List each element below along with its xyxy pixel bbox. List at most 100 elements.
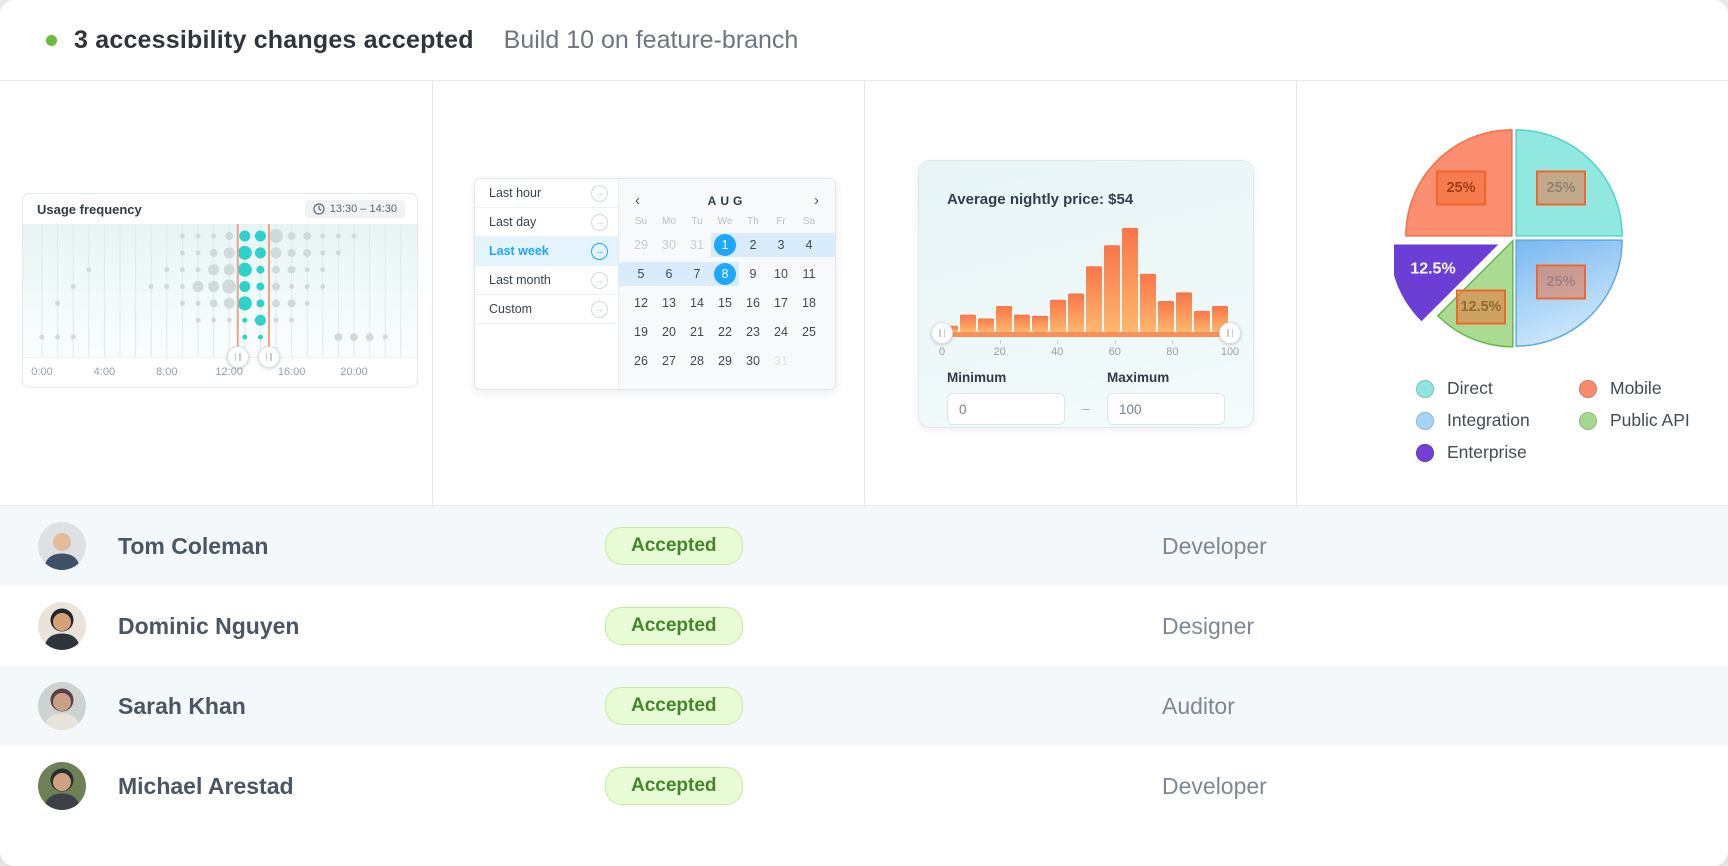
calendar-day[interactable]: 9 [739, 263, 767, 285]
chevron-right-icon[interactable]: › [814, 193, 819, 208]
pause-glyph [239, 353, 241, 361]
calendar-day[interactable]: 15 [711, 292, 739, 314]
usage-dot [334, 333, 342, 341]
preset-item-last-week[interactable]: Last week→ [475, 237, 618, 266]
usage-dot [55, 335, 60, 340]
person-name: Michael Arestad [118, 773, 605, 800]
usage-dot [211, 318, 216, 323]
usage-frequency-card: Usage frequency 13:30 – 14:30 0:004:008:… [22, 193, 418, 388]
calendar-day[interactable]: 3 [767, 234, 795, 256]
usage-range-handle[interactable] [227, 346, 249, 368]
usage-dot [272, 283, 280, 291]
calendar-day[interactable]: 27 [655, 350, 683, 372]
histogram-bar [1140, 274, 1156, 332]
calendar-day[interactable]: 8 [711, 263, 739, 285]
usage-title: Usage frequency [37, 202, 142, 217]
usage-frequency-chart [23, 224, 417, 357]
calendar-day-label: 26 [634, 354, 648, 368]
calendar-header: ‹ AUG › [619, 179, 835, 208]
preset-item-custom[interactable]: Custom→ [475, 295, 618, 324]
table-row[interactable]: Dominic NguyenAcceptedDesigner [0, 586, 1728, 666]
calendar-day[interactable]: 2 [739, 234, 767, 256]
calendar-day[interactable]: 28 [683, 350, 711, 372]
calendar-day[interactable]: 21 [683, 321, 711, 343]
avatar [38, 522, 86, 570]
usage-dot [289, 318, 294, 323]
person-role: Designer [1162, 613, 1728, 640]
histogram-bar [1014, 315, 1030, 332]
histogram-bar [1194, 311, 1210, 332]
usage-dot [255, 231, 266, 242]
pause-glyph [1232, 329, 1234, 337]
usage-dot [164, 267, 169, 272]
calendar-day[interactable]: 6 [655, 263, 683, 285]
price-axis-label: 40 [1051, 346, 1063, 358]
calendar-day[interactable]: 17 [767, 292, 795, 314]
calendar-day[interactable]: 29 [627, 234, 655, 256]
calendar-month-label: AUG [708, 194, 747, 208]
weekday-label: We [711, 216, 739, 227]
legend-swatch-icon [1579, 412, 1597, 430]
price-range-handle[interactable] [931, 322, 953, 344]
calendar-day[interactable]: 30 [739, 350, 767, 372]
calendar-day[interactable]: 16 [739, 292, 767, 314]
slice-percentage-label: 25% [1546, 180, 1575, 196]
status-badge: Accepted [605, 767, 743, 805]
table-row[interactable]: Sarah KhanAcceptedAuditor [0, 666, 1728, 746]
calendar-day[interactable]: 1 [711, 234, 739, 256]
arrow-circle-icon: → [591, 272, 608, 289]
usage-time-axis: 0:004:008:0012:0016:0020:00 [23, 357, 417, 388]
maximum-input[interactable] [1107, 393, 1225, 425]
preset-item-last-day[interactable]: Last day→ [475, 208, 618, 237]
table-row[interactable]: Tom ColemanAcceptedDeveloper [0, 506, 1728, 586]
calendar-day[interactable]: 31 [767, 350, 795, 372]
slice-percentage-label: 25% [1546, 274, 1575, 290]
time-range-badge[interactable]: 13:30 – 14:30 [305, 200, 405, 218]
calendar-day[interactable]: 22 [711, 321, 739, 343]
usage-range-handle[interactable] [258, 346, 280, 368]
panel-price-filter: Average nightly price: $54 020406080100 … [864, 81, 1296, 505]
usage-dot [271, 247, 282, 258]
preset-item-last-month[interactable]: Last month→ [475, 266, 618, 295]
calendar-day[interactable]: 19 [627, 321, 655, 343]
usage-axis-label: 4:00 [94, 366, 115, 378]
calendar-week-row: 19202122232425 [619, 317, 835, 346]
calendar-day[interactable]: 30 [655, 234, 683, 256]
calendar-day[interactable]: 7 [683, 263, 711, 285]
person-role: Developer [1162, 533, 1728, 560]
calendar-day[interactable]: 12 [627, 292, 655, 314]
calendar-day[interactable]: 10 [767, 263, 795, 285]
calendar-day[interactable]: 18 [795, 292, 823, 314]
usage-dot [208, 264, 219, 275]
person-role: Developer [1162, 773, 1728, 800]
calendar-day[interactable]: 31 [683, 234, 711, 256]
calendar-day[interactable]: 13 [655, 292, 683, 314]
calendar-day[interactable]: 11 [795, 263, 823, 285]
calendar-day[interactable]: 25 [795, 321, 823, 343]
calendar-day-label: 29 [718, 354, 732, 368]
panel-date-picker: Last hour→Last day→Last week→Last month→… [432, 81, 864, 505]
chevron-left-icon[interactable]: ‹ [635, 193, 640, 208]
calendar-day[interactable]: 20 [655, 321, 683, 343]
preset-label: Last hour [489, 186, 541, 200]
preset-item-last-hour[interactable]: Last hour→ [475, 179, 618, 208]
calendar-day[interactable]: 26 [627, 350, 655, 372]
calendar-day[interactable]: 24 [767, 321, 795, 343]
calendar-day[interactable]: 5 [627, 263, 655, 285]
table-row[interactable]: Michael ArestadAccepted Developer [0, 746, 1728, 826]
calendar-day[interactable] [795, 350, 823, 372]
calendar-day[interactable]: 23 [739, 321, 767, 343]
price-range-handle[interactable] [1219, 322, 1241, 344]
status-badge: Accepted [605, 527, 743, 565]
calendar-day[interactable]: 29 [711, 350, 739, 372]
calendar-day[interactable]: 4 [795, 234, 823, 256]
legend-label: Enterprise [1447, 442, 1527, 463]
usage-dot [224, 247, 235, 258]
calendar-day[interactable]: 14 [683, 292, 711, 314]
usage-axis-label: 16:00 [278, 366, 306, 378]
usage-dot [305, 267, 310, 272]
minimum-input[interactable] [947, 393, 1065, 425]
calendar-day-label: 18 [802, 296, 816, 310]
axis-tick [1115, 340, 1116, 344]
usage-dot [180, 234, 185, 239]
